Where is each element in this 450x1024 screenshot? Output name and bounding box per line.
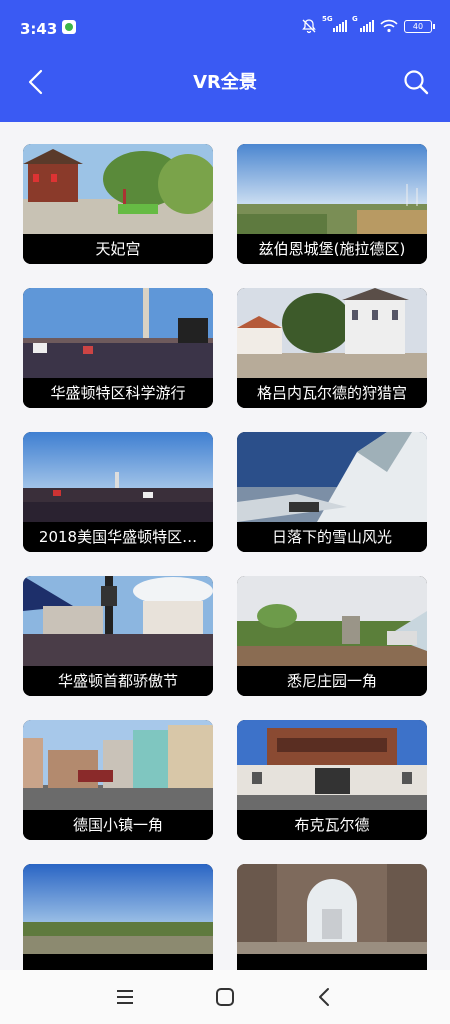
vr-card[interactable] [23, 864, 213, 970]
card-title: 华盛顿首都骄傲节 [23, 666, 213, 696]
network-label-1: 5G [322, 15, 333, 23]
vr-card[interactable]: 华盛顿首都骄傲节 [23, 576, 213, 696]
menu-icon[interactable] [114, 986, 136, 1008]
vr-card[interactable]: 德国小镇一角 [23, 720, 213, 840]
vr-card[interactable]: 华盛顿特区科学游行 [23, 288, 213, 408]
app-bar: VR全景 [0, 42, 450, 122]
thumbnail-building [237, 720, 427, 810]
system-nav-bar [0, 970, 450, 1024]
thumbnail-ruins [237, 864, 427, 954]
signal-5g-icon: 5G [322, 15, 347, 32]
vr-card[interactable]: 2018美国华盛顿特区… [23, 432, 213, 552]
app-notification-icon [62, 20, 76, 34]
page-title: VR全景 [193, 72, 257, 93]
thumbnail-palace [237, 288, 427, 378]
card-title: 布克瓦尔德 [237, 810, 427, 840]
thumbnail-crowd2 [23, 432, 213, 522]
card-title: 天妃宫 [23, 234, 213, 264]
vr-card[interactable]: 天妃宫 [23, 144, 213, 264]
signal-g-icon: G [352, 15, 374, 32]
thumbnail-temple [23, 144, 213, 234]
search-icon[interactable] [402, 68, 430, 96]
card-title: 兹伯恩城堡(施拉德区) [237, 234, 427, 264]
status-bar: 3:43 5G G 40 [0, 0, 450, 42]
thumbnail-aerial [23, 864, 213, 954]
vr-card[interactable] [237, 864, 427, 970]
card-title [237, 954, 427, 970]
thumbnail-pride [23, 576, 213, 666]
vr-card[interactable]: 兹伯恩城堡(施拉德区) [237, 144, 427, 264]
thumbnail-garden [237, 576, 427, 666]
battery-icon: 40 [404, 19, 435, 33]
thumbnail-crowd [23, 288, 213, 378]
status-time: 3:43 [20, 20, 58, 38]
thumbnail-snow [237, 432, 427, 522]
card-title: 德国小镇一角 [23, 810, 213, 840]
card-title: 华盛顿特区科学游行 [23, 378, 213, 408]
thumbnail-fields [237, 144, 427, 234]
vr-grid: 天妃宫 兹伯恩城堡(施拉德区) 华盛顿特区科学游行 格吕内瓦尔德的狩猎宫 201… [23, 144, 427, 970]
card-title: 格吕内瓦尔德的狩猎宫 [237, 378, 427, 408]
wifi-icon [380, 19, 398, 33]
back-nav-icon[interactable] [314, 986, 336, 1008]
vr-list[interactable]: 天妃宫 兹伯恩城堡(施拉德区) 华盛顿特区科学游行 格吕内瓦尔德的狩猎宫 201… [0, 122, 450, 970]
home-icon[interactable] [214, 986, 236, 1008]
vr-card[interactable]: 布克瓦尔德 [237, 720, 427, 840]
status-icons: 5G G 40 [301, 15, 435, 34]
thumbnail-town [23, 720, 213, 810]
card-title: 2018美国华盛顿特区… [23, 522, 213, 552]
vr-card[interactable]: 格吕内瓦尔德的狩猎宫 [237, 288, 427, 408]
card-title [23, 954, 213, 970]
mute-bell-icon [302, 19, 316, 34]
vr-card[interactable]: 悉尼庄园一角 [237, 576, 427, 696]
card-title: 日落下的雪山风光 [237, 522, 427, 552]
vr-card[interactable]: 日落下的雪山风光 [237, 432, 427, 552]
card-title: 悉尼庄园一角 [237, 666, 427, 696]
network-label-2: G [352, 15, 358, 23]
